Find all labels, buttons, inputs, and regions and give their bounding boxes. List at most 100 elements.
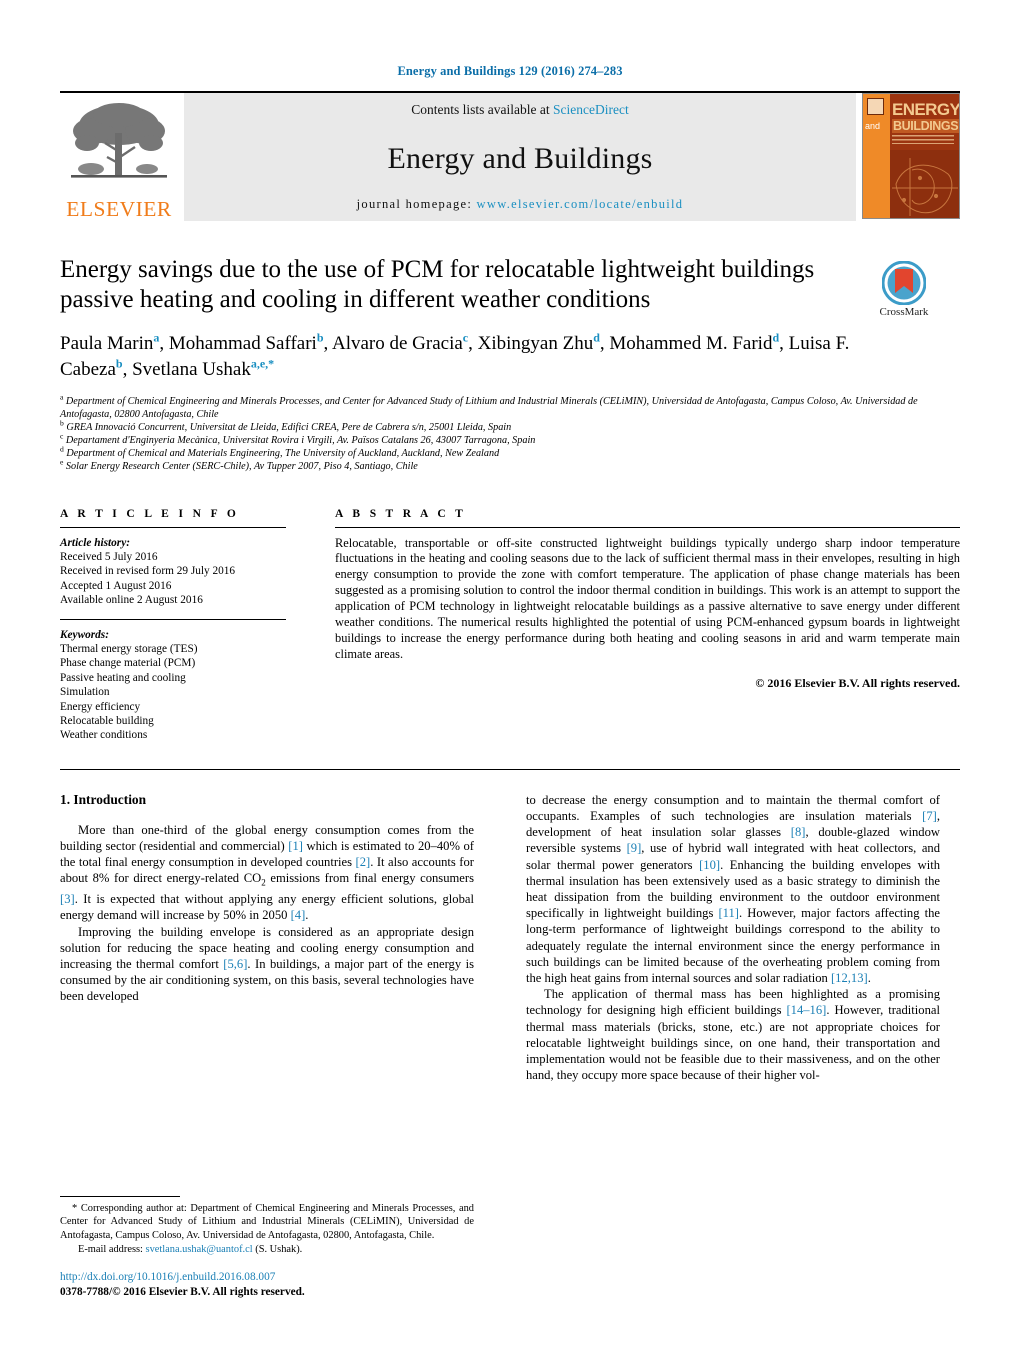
footnote-rule (60, 1196, 180, 1198)
keyword-item: Simulation (60, 686, 110, 699)
affiliation-item: b GREA Innovació Concurrent, Universitat… (60, 418, 512, 434)
citation-link[interactable]: [5,6] (223, 957, 247, 971)
article-history-item: Received 5 July 2016 (60, 550, 158, 563)
body-columns: 1. Introduction More than one-third of t… (60, 792, 960, 1084)
affiliation-list: a Department of Chemical Engineering and… (60, 392, 960, 474)
author-name: Alvaro de Gracia (331, 333, 463, 354)
cover-badge-icon (867, 98, 884, 115)
affiliation-item: d Department of Chemical and Materials E… (60, 444, 500, 460)
title-area: Energy savings due to the use of PCM for… (60, 255, 960, 318)
affiliation-item: e Solar Energy Research Center (SERC-Chi… (60, 458, 418, 473)
article-info-heading: A R T I C L E I N F O (60, 507, 240, 520)
affiliation-key: b (60, 418, 64, 428)
keyword-item: Phase change material (PCM) (60, 657, 196, 670)
abstract-column: A B S T R A C T Relocatable, transportab… (310, 508, 960, 743)
author-affiliation-marker: a,e,* (250, 356, 275, 371)
affiliation-key: e (60, 458, 64, 468)
journal-title: Energy and Buildings (387, 141, 653, 175)
citation-link[interactable]: [2] (356, 855, 371, 869)
keyword-item: Relocatable building (60, 715, 154, 728)
affiliation-item: a Department of Chemical Engineering and… (60, 392, 918, 421)
email-link[interactable]: svetlana.ushak@uantof.cl (146, 1244, 253, 1255)
journal-cover-thumbnail: and ENERGY BUILDINGS (862, 93, 960, 219)
keywords-block: Keywords: Thermal energy storage (TES) Ph… (60, 628, 286, 743)
journal-homepage-line: journal homepage: www.elsevier.com/locat… (357, 197, 684, 212)
article-history-block: Article history: Received 5 July 2016 Rec… (60, 536, 286, 608)
keywords-label: Keywords: (60, 628, 109, 641)
affiliation-key: a (60, 392, 64, 402)
citation-link[interactable]: [12,13] (831, 971, 868, 985)
journal-masthead: ELSEVIER Contents lists available at Sci… (60, 91, 960, 221)
cover-artwork (890, 150, 959, 218)
author-list: Paula Marina, Mohammad Saffarib, Alvaro … (60, 330, 850, 380)
body-divider-rule (60, 768, 960, 770)
doi-block: http://dx.doi.org/10.1016/j.enbuild.2016… (60, 1270, 474, 1299)
email-label: E-mail address: (78, 1243, 143, 1255)
subscript: 2 (261, 877, 266, 888)
email-line: E-mail address: svetlana.ushak@uantof.cl… (60, 1243, 474, 1256)
abstract-text: Relocatable, transportable or off-site c… (335, 535, 960, 661)
article-info-column: A R T I C L E I N F O Article history: R… (60, 508, 310, 743)
elsevier-logo-block: ELSEVIER (60, 93, 178, 221)
author-affiliation-marker: a (153, 330, 160, 345)
elsevier-tree-icon (71, 103, 167, 178)
running-head: Energy and Buildings 129 (2016) 274–283 (397, 64, 623, 78)
cover-diagram-icon (892, 158, 958, 216)
contents-line: Contents lists available at ScienceDirec… (411, 102, 628, 118)
body-column-left: 1. Introduction More than one-third of t… (60, 792, 500, 1084)
body-paragraph: to decrease the energy consumption and t… (526, 792, 941, 986)
crossmark-label: CrossMark (879, 306, 929, 318)
contents-prefix: Contents lists available at (411, 102, 553, 117)
cover-energy-text: ENERGY (892, 100, 960, 119)
citation-link[interactable]: [3] (60, 892, 75, 906)
keywords-rule (60, 618, 286, 620)
author-affiliation-marker: c (462, 330, 469, 345)
article-info-rule (60, 526, 286, 528)
elsevier-wordmark: ELSEVIER (66, 196, 172, 221)
section-heading-introduction: 1. Introduction (60, 791, 147, 807)
citation-link[interactable]: [8] (791, 825, 806, 839)
citation-link[interactable]: [11] (718, 906, 739, 920)
keyword-item: Passive heating and cooling (60, 671, 186, 684)
affiliation-key: d (60, 444, 64, 454)
author-affiliation-marker: b (316, 330, 324, 345)
doi-link[interactable]: http://dx.doi.org/10.1016/j.enbuild.2016… (60, 1270, 474, 1285)
affiliation-key: c (60, 431, 64, 441)
author-name: Mohammad Saffari (168, 333, 317, 354)
affiliation-item: c Departament d'Enginyeria Mecànica, Uni… (60, 431, 536, 447)
body-paragraph: The application of thermal mass has been… (526, 987, 940, 1083)
citation-link[interactable]: [1] (288, 839, 303, 853)
crossmark-badge[interactable]: CrossMark (848, 261, 960, 318)
journal-banner: Contents lists available at ScienceDirec… (184, 93, 856, 221)
article-history-label: Article history: (60, 536, 130, 549)
abstract-heading: A B S T R A C T (335, 507, 467, 520)
author-name: Xibingyan Zhu (477, 333, 594, 354)
keyword-item: Thermal energy storage (TES) (60, 643, 198, 655)
email-owner: (S. Ushak). (255, 1243, 303, 1255)
issn-copyright-line: 0378-7788/© 2016 Elsevier B.V. All right… (60, 1285, 305, 1298)
body-paragraph: Improving the building envelope is consi… (60, 924, 474, 1004)
author-name: Paula Marin (60, 333, 154, 354)
body-column-right: to decrease the energy consumption and t… (500, 792, 940, 1084)
citation-link[interactable]: [4] (291, 908, 306, 922)
citation-link[interactable]: [10] (699, 858, 720, 872)
article-history-item: Accepted 1 August 2016 (60, 579, 172, 592)
crossmark-icon (882, 261, 926, 305)
paper-page: Energy and Buildings 129 (2016) 274–283 (0, 0, 1020, 1351)
author-name: Mohammed M. Farid (609, 333, 773, 354)
citation-link[interactable]: [14–16] (786, 1003, 826, 1017)
cover-buildings-text: BUILDINGS (892, 119, 959, 133)
citation-link[interactable]: [7] (922, 809, 937, 823)
sciencedirect-link[interactable]: ScienceDirect (553, 102, 629, 117)
paper-title: Energy savings due to the use of PCM for… (60, 256, 815, 313)
homepage-url-link[interactable]: www.elsevier.com/locate/enbuild (477, 197, 684, 211)
abstract-copyright: © 2016 Elsevier B.V. All rights reserved… (755, 675, 960, 690)
citation-link[interactable]: [9] (627, 841, 642, 855)
author-affiliation-marker: d (593, 330, 600, 345)
author-affiliation-marker: b (115, 356, 123, 371)
cover-and-text: and (865, 121, 881, 131)
homepage-prefix: journal homepage: (356, 197, 477, 211)
info-abstract-row: A R T I C L E I N F O Article history: R… (60, 508, 960, 743)
article-history-item: Available online 2 August 2016 (60, 594, 203, 607)
cover-subtitle-lines (892, 135, 954, 144)
